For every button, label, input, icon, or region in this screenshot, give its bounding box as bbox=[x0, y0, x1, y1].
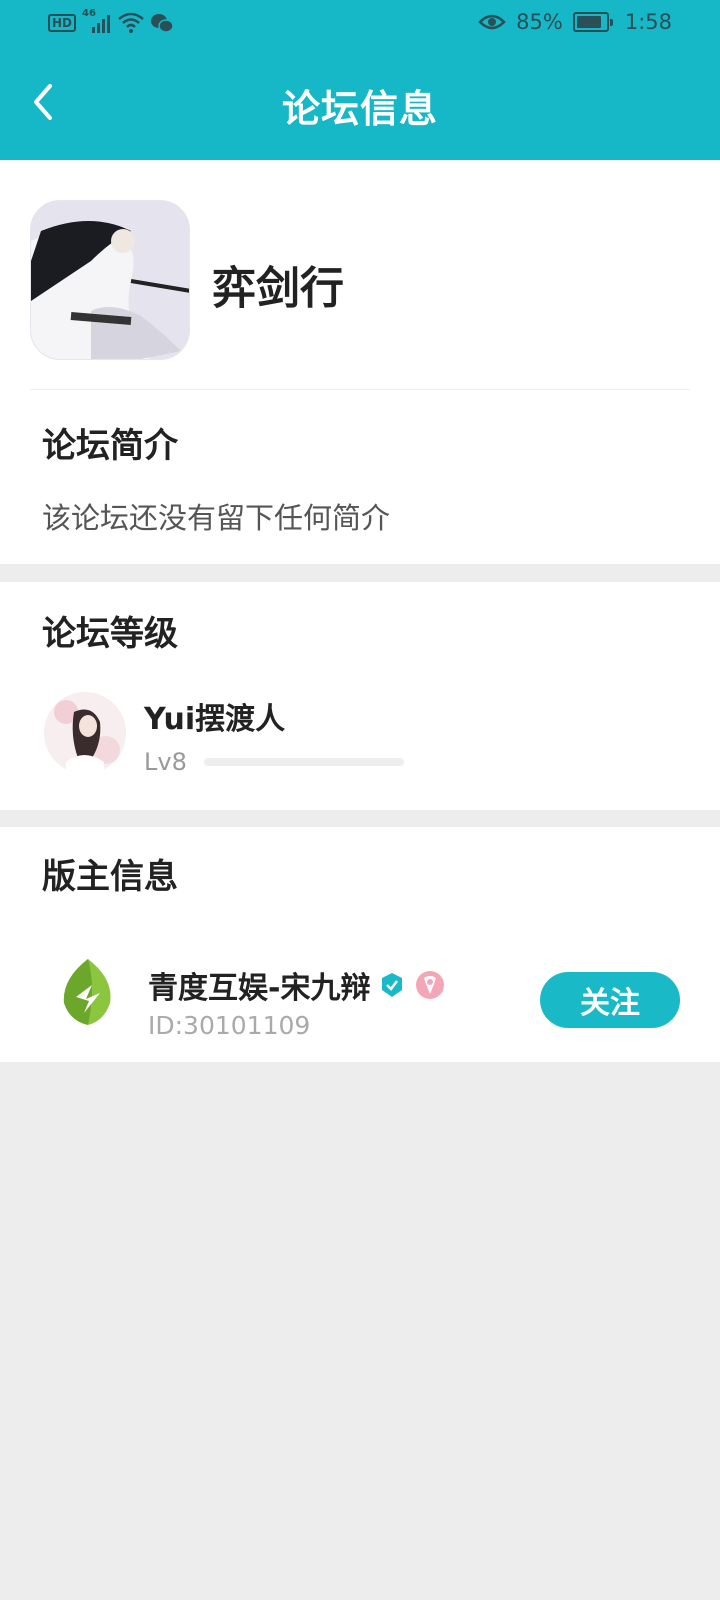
wechat-icon bbox=[151, 14, 174, 33]
battery-percent: 85% bbox=[516, 10, 563, 34]
level-label: Lv8 bbox=[144, 748, 187, 776]
status-bar: HD 46 85% 1:58 bbox=[0, 0, 720, 52]
app-header: HD 46 85% 1:58 论坛信息 bbox=[0, 0, 720, 160]
moderator-card: 版主信息 青度互娱-宋九辩 ID:30101109 关注 bbox=[0, 827, 720, 1062]
battery-icon bbox=[572, 12, 613, 32]
user-name[interactable]: Yui摆渡人 bbox=[144, 694, 285, 738]
eye-icon bbox=[478, 14, 506, 30]
page-title: 论坛信息 bbox=[281, 87, 438, 131]
battery-level bbox=[576, 16, 601, 28]
moderator-name[interactable]: 青度互娱-宋九辩 bbox=[148, 963, 370, 1007]
moderator-section-title: 版主信息 bbox=[42, 857, 178, 897]
level-progress-bar bbox=[204, 758, 404, 766]
forum-name: 弈剑行 bbox=[212, 263, 344, 314]
moderator-name-row: 青度互娱-宋九辩 bbox=[148, 963, 446, 1007]
hd-icon: HD bbox=[48, 14, 77, 32]
avatar[interactable] bbox=[44, 692, 126, 774]
forum-info-card: 弈剑行 论坛简介 该论坛还没有留下任何简介 bbox=[0, 160, 720, 564]
wifi-icon bbox=[118, 12, 144, 33]
verified-badge-icon bbox=[382, 973, 403, 997]
status-right: 85% 1:58 bbox=[478, 10, 672, 34]
intro-section-title: 论坛简介 bbox=[42, 426, 178, 466]
network-type: 46 bbox=[82, 8, 96, 19]
status-left: HD 46 bbox=[48, 8, 174, 34]
moderator-id: ID:30101109 bbox=[148, 1011, 311, 1040]
divider bbox=[30, 389, 690, 390]
moderator-avatar[interactable] bbox=[56, 957, 120, 1027]
follow-button[interactable]: 关注 bbox=[540, 972, 680, 1028]
pink-badge-icon bbox=[416, 971, 445, 999]
intro-text: 该论坛还没有留下任何简介 bbox=[42, 501, 391, 535]
signal-icon: 46 bbox=[82, 8, 112, 34]
clock: 1:58 bbox=[624, 10, 672, 34]
level-section-title: 论坛等级 bbox=[42, 614, 178, 654]
forum-logo bbox=[30, 200, 190, 360]
forum-level-card: 论坛等级 Yui摆渡人 Lv8 bbox=[0, 582, 720, 810]
